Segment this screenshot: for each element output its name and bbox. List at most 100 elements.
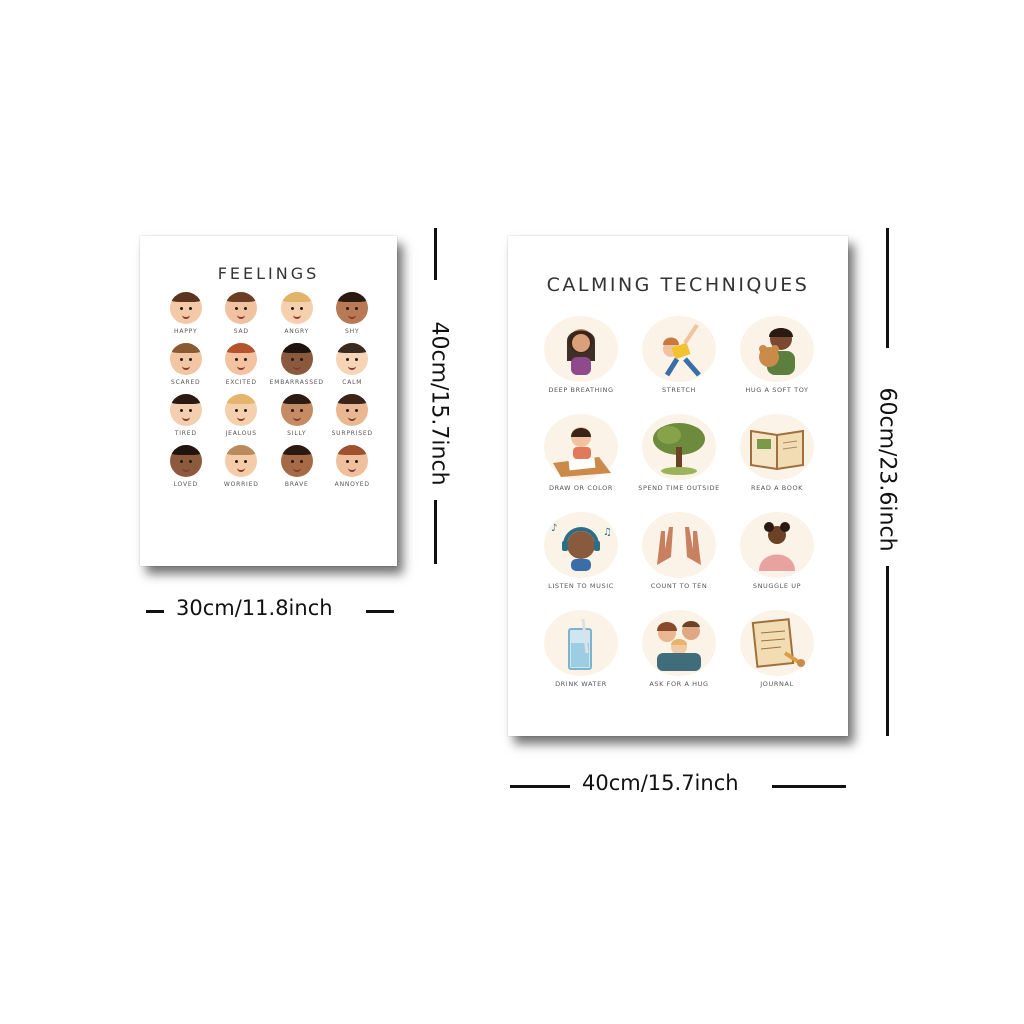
svg-text:♫: ♫	[603, 527, 612, 538]
calming-label: COUNT TO TEN	[650, 582, 708, 590]
calming-item: JOURNAL	[728, 610, 826, 700]
calming-item: STRETCH	[630, 316, 728, 406]
feeling-item: CALM	[325, 343, 381, 388]
feeling-item: SILLY	[269, 394, 325, 439]
calming-grid: DEEP BREATHING STRETCH HUG A SOFT TOY DRAW …	[532, 316, 826, 700]
girl-breathing-icon	[544, 316, 618, 382]
stretching-kid-icon	[642, 316, 716, 382]
small-height-line-bottom	[434, 500, 437, 564]
tree-icon	[642, 414, 716, 480]
calming-item: HUG A SOFT TOY	[728, 316, 826, 406]
svg-text:♪: ♪	[551, 523, 557, 534]
child-face-icon	[280, 343, 313, 375]
calming-item: SPEND TIME OUTSIDE	[630, 414, 728, 504]
child-face-icon	[280, 445, 313, 477]
feeling-label: SHY	[345, 328, 360, 335]
child-face-icon	[336, 292, 369, 324]
feeling-label: SURPRISED	[331, 430, 373, 437]
large-height-label: 60cm/23.6inch	[874, 387, 900, 552]
feeling-label: SCARED	[171, 379, 201, 386]
calming-label: ASK FOR A HUG	[649, 680, 709, 688]
calming-label: LISTEN TO MUSIC	[548, 582, 614, 590]
feeling-item: WORRIED	[214, 445, 270, 490]
headphones-kid-icon: ♪ ♫	[544, 512, 618, 578]
small-height-line-top	[434, 228, 437, 280]
feeling-item: BRAVE	[269, 445, 325, 490]
calming-item: SNUGGLE UP	[728, 512, 826, 602]
water-glass-icon	[544, 610, 618, 676]
child-face-icon	[169, 343, 202, 375]
feeling-item: ANNOYED	[325, 445, 381, 490]
calming-item: COUNT TO TEN	[630, 512, 728, 602]
feeling-item: SHY	[325, 292, 381, 337]
feeling-item: EXCITED	[214, 343, 270, 388]
child-face-icon	[169, 394, 202, 426]
feeling-label: SILLY	[287, 430, 307, 437]
feeling-item: SCARED	[158, 343, 214, 388]
feeling-label: EXCITED	[225, 379, 257, 386]
feeling-item: SAD	[214, 292, 270, 337]
large-height-line-top	[886, 228, 889, 348]
calming-label: HUG A SOFT TOY	[745, 386, 809, 394]
drawing-kid-icon	[544, 414, 618, 480]
child-face-icon	[225, 292, 258, 324]
calming-item: READ A BOOK	[728, 414, 826, 504]
child-face-icon	[225, 343, 258, 375]
child-face-icon	[280, 394, 313, 426]
journal-pencil-icon	[740, 610, 814, 676]
calming-label: SNUGGLE UP	[752, 582, 802, 590]
feeling-label: HAPPY	[174, 328, 198, 335]
feelings-poster: FEELINGS HAPPY SAD ANGRY SHY SCARED EXCITED EM…	[140, 236, 397, 566]
feeling-item: SURPRISED	[325, 394, 381, 439]
feelings-grid: HAPPY SAD ANGRY SHY SCARED EXCITED EMBARRASSED…	[158, 292, 380, 490]
open-book-icon	[740, 414, 814, 480]
teddy-hug-icon	[740, 316, 814, 382]
feeling-item: TIRED	[158, 394, 214, 439]
small-width-line-right	[366, 610, 394, 613]
child-face-icon	[336, 343, 369, 375]
feeling-label: BRAVE	[284, 481, 309, 488]
large-width-line-left	[510, 785, 570, 788]
feeling-item: ANGRY	[269, 292, 325, 337]
small-height-label: 40cm/15.7inch	[426, 321, 452, 486]
feeling-label: CALM	[342, 379, 363, 386]
blanket-kid-icon	[740, 512, 814, 578]
feeling-item: LOVED	[158, 445, 214, 490]
feeling-item: EMBARRASSED	[269, 343, 325, 388]
child-face-icon	[225, 394, 258, 426]
calming-item: DEEP BREATHING	[532, 316, 630, 406]
large-width-line-right	[772, 785, 846, 788]
child-face-icon	[169, 292, 202, 324]
child-face-icon	[225, 445, 258, 477]
small-width-label: 30cm/11.8inch	[176, 596, 333, 620]
small-width-line-left	[146, 610, 164, 613]
calming-techniques-poster: CALMING TECHNIQUES DEEP BREATHING STRETCH…	[508, 236, 848, 736]
large-width-label: 40cm/15.7inch	[582, 771, 739, 795]
calming-label: DRAW OR COLOR	[548, 484, 614, 492]
calming-label: JOURNAL	[760, 680, 794, 688]
feeling-label: LOVED	[173, 481, 198, 488]
child-face-icon	[280, 292, 313, 324]
feeling-label: TIRED	[174, 430, 197, 437]
family-hug-icon	[642, 610, 716, 676]
calming-item: ♪ ♫ LISTEN TO MUSIC	[532, 512, 630, 602]
feeling-label: SAD	[233, 328, 249, 335]
calming-label: DRINK WATER	[555, 680, 607, 688]
calming-label: SPEND TIME OUTSIDE	[638, 484, 720, 492]
feelings-title: FEELINGS	[217, 264, 320, 283]
feeling-item: HAPPY	[158, 292, 214, 337]
child-face-icon	[169, 445, 202, 477]
two-hands-icon	[642, 512, 716, 578]
feeling-item: JEALOUS	[214, 394, 270, 439]
calming-item: ASK FOR A HUG	[630, 610, 728, 700]
feeling-label: EMBARRASSED	[269, 379, 324, 386]
feeling-label: ANNOYED	[334, 481, 370, 488]
feeling-label: ANGRY	[284, 328, 310, 335]
calming-label: READ A BOOK	[750, 484, 804, 492]
calming-item: DRINK WATER	[532, 610, 630, 700]
calming-item: DRAW OR COLOR	[532, 414, 630, 504]
calming-label: DEEP BREATHING	[548, 386, 614, 394]
feeling-label: JEALOUS	[225, 430, 257, 437]
child-face-icon	[336, 445, 369, 477]
calming-label: STRETCH	[662, 386, 696, 394]
